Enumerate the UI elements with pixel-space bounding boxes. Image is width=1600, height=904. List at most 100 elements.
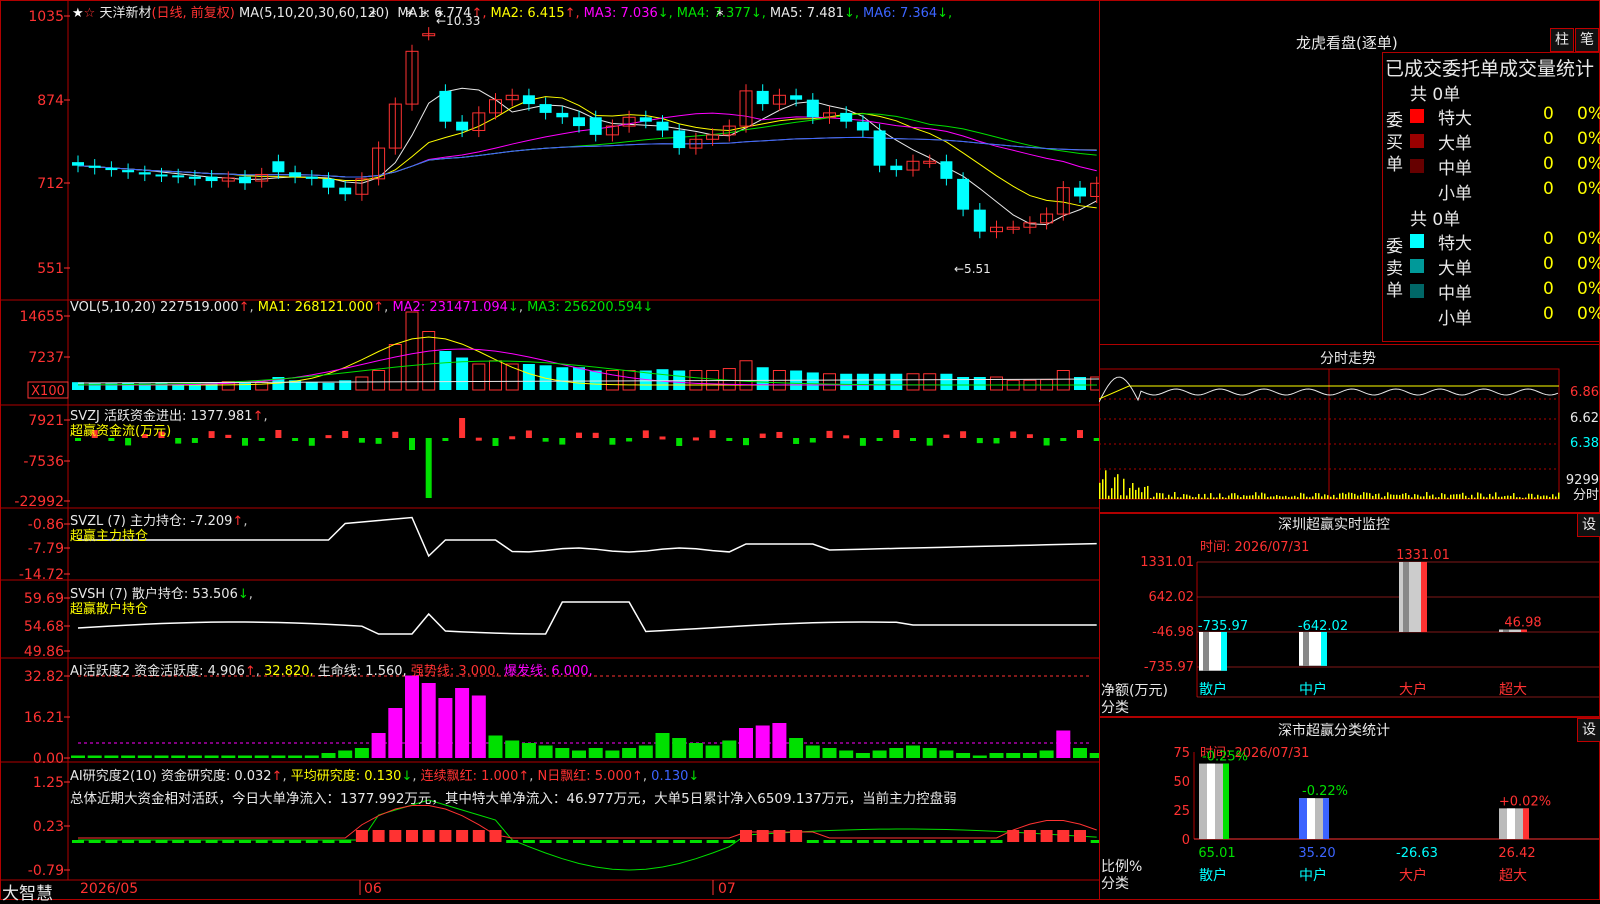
ai2-bar [272,840,284,843]
svzj-sub: 超赢资金流(万元) [70,420,171,439]
fenshi-vol-bar [1558,493,1560,499]
stat-row: 大单 0 0% [1410,254,1600,278]
fenshi-vol-bar [1348,492,1350,499]
vol-bar [606,371,618,391]
classify-bottom-value: 26.42 [1498,846,1535,861]
stat-name: 中单 [1438,154,1472,179]
ai2-tick: -0.79 [28,863,64,879]
ai1-bar [238,756,252,759]
date-label-may: 2026/05 [80,881,138,897]
ai2-bar [540,840,552,843]
ai1-bar [839,751,853,759]
stat-row: 小单 0 0% [1410,179,1600,203]
ai1-bar [305,756,319,759]
vol-bar [807,372,819,390]
fenshi-vol-bar [1315,493,1317,499]
vol-tick: 7237 [28,350,64,366]
candle-down [139,172,151,174]
ai2-bar [1007,830,1019,842]
ai1-bar [104,756,118,759]
ai1-bar [121,756,135,759]
monitor-bar-edge [1221,632,1227,671]
fenshi-vol-bar [1345,494,1347,499]
classify-bar-shade [1207,764,1215,839]
fenshi-vol-bar [1279,496,1281,499]
ai1-bar [88,756,102,759]
classify-bar-edge [1323,798,1329,839]
fenshi-vol-bar [1414,494,1416,499]
svzj-bar [526,430,532,438]
stat-row: 小单 0 0% [1410,304,1600,328]
ai2-bar [105,840,117,843]
sell-total: 共 0单 [1410,205,1460,230]
ai1-bar [539,746,553,759]
svzj-bar [910,438,916,441]
fenshi-vol-bar [1537,495,1539,499]
fenshi-vol-bar [1393,495,1395,499]
fenshi-vol-bar [1240,497,1242,499]
ai1-bar [322,753,336,758]
monitor-bar-edge [1421,562,1427,632]
fenshi-vol-bar [1441,493,1443,499]
svzj-bar [1010,431,1016,438]
stat-pct: 0% [1577,229,1600,249]
ai1-tick: 16.21 [24,710,64,726]
stat-count: 0 [1543,129,1554,149]
candle-down [840,113,852,122]
svzl-tick: -14.72 [19,567,64,583]
ai1-bar [405,676,419,759]
fenshi-vol-bar [1192,497,1194,499]
fenshi-vol-bar [1351,493,1353,499]
svzl-tick: -0.86 [28,517,64,533]
fenshi-vol-bar [1114,477,1116,499]
vol-bar [840,374,852,390]
price-tick: 712 [37,176,64,192]
svzj-bar [242,438,248,446]
ai1-bar [155,756,169,759]
stat-name: 大单 [1438,254,1472,279]
fenshi-vol-bar [1303,494,1305,499]
candle-down [156,174,168,176]
fenshi-vol-bar [1306,497,1308,499]
fenshi-vol-bar [1135,490,1137,499]
fenshi-vol-bar [1237,495,1239,499]
ai2-bar [506,840,518,843]
pen-view-button[interactable]: 笔 [1575,28,1599,52]
vol-bar [523,364,535,390]
ai1-bar [656,733,670,758]
fenshi-vol-bar [1363,492,1365,499]
ai1-bar [188,756,202,759]
candle-down [957,179,969,210]
candle-down [673,130,685,148]
stat-count: 0 [1543,179,1554,199]
classify-top-value: -0.25% [1202,750,1248,765]
svzj-bar [643,430,649,438]
fenshi-vol-bar [1384,496,1386,499]
svzj-bar [192,438,198,443]
fenshi-vol-bar [1267,497,1269,499]
stat-count: 0 [1543,154,1554,174]
fenshi-vol-bar [1171,497,1173,499]
ai2-bar [707,840,719,843]
ai1-bar [622,748,636,758]
vol-header: VOL(5,10,20) 227519.000↑, MA1: 268121.00… [70,300,653,315]
ai2-bar [757,830,769,842]
candle-down [590,117,602,135]
fenshi-vol-bar [1108,496,1110,499]
fenshi-vol-bar [1381,498,1383,499]
bar-view-button[interactable]: 柱 [1550,28,1574,52]
ai2-bar [306,840,318,843]
svzj-bar [960,431,966,438]
fenshi-vol-bar [1183,494,1185,499]
monitor-tick: 1331.01 [1140,555,1194,570]
stat-name: 小单 [1438,179,1472,204]
svsh-tick: 54.68 [24,619,64,635]
fenshi-vol-bar [1399,495,1401,499]
classify-bottom-value: 65.01 [1198,846,1235,861]
fenshi-vol-bar [1471,495,1473,499]
ai1-bar [672,738,686,758]
svzj-bar [259,438,265,441]
ai1-bar [355,748,369,758]
candle-down [456,122,468,131]
svzj-bar [459,418,465,438]
